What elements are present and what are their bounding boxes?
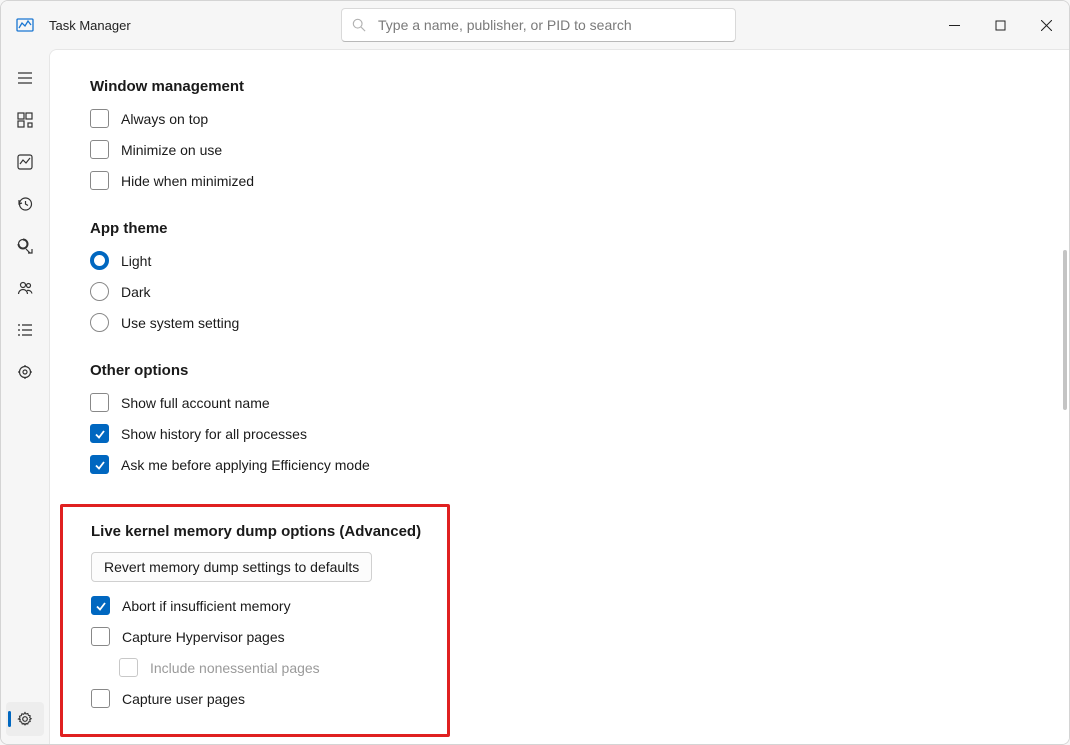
option-always_on_top[interactable]: Always on top (90, 109, 1029, 128)
option-label: Show history for all processes (121, 426, 307, 442)
settings-page: Window management Always on top Minimize … (49, 49, 1069, 744)
scrollbar-thumb[interactable] (1063, 250, 1067, 410)
option-label: Capture Hypervisor pages (122, 629, 285, 645)
checkbox[interactable] (90, 455, 109, 474)
option-label: Capture user pages (122, 691, 245, 707)
option-capture_hypervisor[interactable]: Capture Hypervisor pages (91, 627, 427, 646)
users-icon (17, 280, 33, 296)
nav-services[interactable] (6, 355, 44, 389)
search-box[interactable] (341, 8, 736, 42)
app-icon (1, 16, 49, 34)
radio[interactable] (90, 313, 109, 332)
option-hide_when_minimized[interactable]: Hide when minimized (90, 171, 1029, 190)
section-kernel-dump-highlight: Live kernel memory dump options (Advance… (60, 504, 450, 737)
settings-icon (17, 711, 33, 727)
minimize-button[interactable] (931, 1, 977, 49)
option-label: Show full account name (121, 395, 270, 411)
checkbox[interactable] (90, 109, 109, 128)
window-controls (931, 1, 1069, 49)
option-dark[interactable]: Dark (90, 282, 1029, 301)
checkbox (119, 658, 138, 677)
nav-startup[interactable] (6, 229, 44, 263)
checkbox[interactable] (91, 596, 110, 615)
checkbox[interactable] (90, 393, 109, 412)
close-button[interactable] (1023, 1, 1069, 49)
revert-defaults-button[interactable]: Revert memory dump settings to defaults (91, 552, 372, 582)
section-app-theme: App theme Light Dark Use system setting (90, 220, 1029, 332)
checkbox[interactable] (90, 140, 109, 159)
option-label: Hide when minimized (121, 173, 254, 189)
section-title: App theme (90, 220, 1029, 237)
nav-performance[interactable] (6, 145, 44, 179)
startup-icon (17, 238, 33, 254)
history-icon (17, 196, 33, 212)
checkbox[interactable] (90, 424, 109, 443)
nav-settings[interactable] (6, 702, 44, 736)
checkbox[interactable] (91, 627, 110, 646)
performance-icon (17, 154, 33, 170)
option-abort_insufficient[interactable]: Abort if insufficient memory (91, 596, 427, 615)
option-label: Always on top (121, 111, 208, 127)
option-label: Ask me before applying Efficiency mode (121, 457, 370, 473)
section-title: Other options (90, 362, 1029, 379)
option-include_nonessential: Include nonessential pages (91, 658, 427, 677)
details-icon (17, 322, 33, 338)
option-label: Include nonessential pages (150, 660, 320, 676)
app-window: Task Manager (0, 0, 1070, 745)
nav-details[interactable] (6, 313, 44, 347)
option-label: Use system setting (121, 315, 239, 331)
option-minimize_on_use[interactable]: Minimize on use (90, 140, 1029, 159)
option-label: Dark (121, 284, 151, 300)
nav-users[interactable] (6, 271, 44, 305)
checkbox[interactable] (91, 689, 110, 708)
app-title: Task Manager (49, 18, 199, 33)
nav-history[interactable] (6, 187, 44, 221)
option-history_all[interactable]: Show history for all processes (90, 424, 1029, 443)
search-icon (352, 18, 366, 32)
titlebar: Task Manager (1, 1, 1069, 49)
option-capture_user[interactable]: Capture user pages (91, 689, 427, 708)
option-label: Minimize on use (121, 142, 222, 158)
option-full_account[interactable]: Show full account name (90, 393, 1029, 412)
option-label: Abort if insufficient memory (122, 598, 291, 614)
section-window-management: Window management Always on top Minimize … (90, 78, 1029, 190)
services-icon (17, 364, 33, 380)
processes-icon (17, 112, 33, 128)
option-light[interactable]: Light (90, 251, 1029, 270)
section-other-options: Other options Show full account name Show… (90, 362, 1029, 474)
section-title: Window management (90, 78, 1029, 95)
option-system[interactable]: Use system setting (90, 313, 1029, 332)
sidebar (1, 49, 49, 744)
section-title: Live kernel memory dump options (Advance… (91, 523, 427, 540)
option-ask_efficiency[interactable]: Ask me before applying Efficiency mode (90, 455, 1029, 474)
nav-processes[interactable] (6, 103, 44, 137)
maximize-button[interactable] (977, 1, 1023, 49)
checkbox[interactable] (90, 171, 109, 190)
radio[interactable] (90, 282, 109, 301)
search-input[interactable] (376, 16, 725, 34)
nav-menu-button[interactable] (6, 61, 44, 95)
option-label: Light (121, 253, 151, 269)
radio[interactable] (90, 251, 109, 270)
menu-icon (17, 70, 33, 86)
